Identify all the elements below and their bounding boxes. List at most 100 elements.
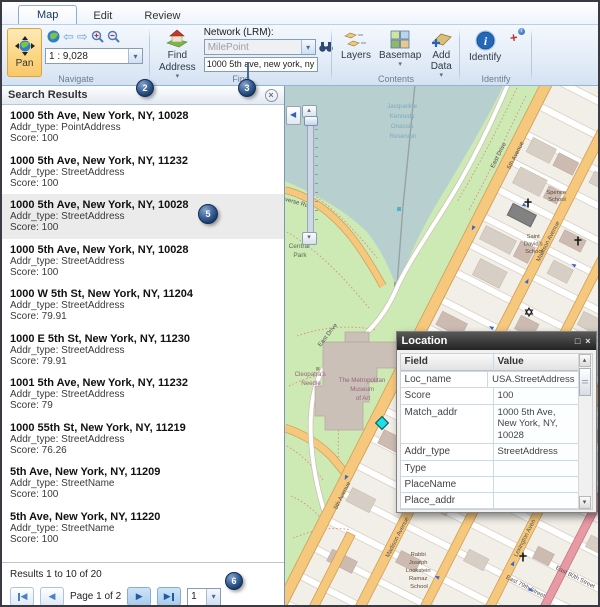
find-address-label-1: Find xyxy=(168,50,187,61)
result-score: Score: 79.91 xyxy=(10,356,276,367)
find-address-label-2: Address xyxy=(159,62,196,73)
zoom-slider-track[interactable] xyxy=(307,117,314,233)
panel-close-icon[interactable]: × xyxy=(265,89,278,102)
result-addr-type: Addr_type: StreetAddress xyxy=(10,256,276,267)
find-address-button[interactable]: Find Address ▾ xyxy=(155,28,200,80)
saint-davids-school-label: Saint David's School xyxy=(523,234,543,255)
attribute-row: Match_addr1000 5th Ave, New York, NY, 10… xyxy=(401,405,579,445)
result-addr-type: Addr_type: StreetName xyxy=(10,478,276,489)
attribute-table-header: Field Value xyxy=(401,354,579,372)
spence-school-label: Spence School xyxy=(546,190,567,203)
tab-map[interactable]: Map xyxy=(18,5,77,24)
map-view[interactable]: East 79th Street East 80th Street Lexing… xyxy=(285,86,598,606)
tab-review[interactable]: Review xyxy=(128,7,196,24)
location-popup-titlebar[interactable]: Location □ × xyxy=(397,332,596,350)
result-addr-type: Addr_type: PointAddress xyxy=(10,122,276,133)
application-window: Map Edit Review Pan xyxy=(0,0,600,607)
previous-page-button[interactable]: ◀ xyxy=(40,587,64,606)
result-score: Score: 79.91 xyxy=(10,311,276,322)
group-label-identify: Identify xyxy=(460,74,532,84)
add-data-button[interactable]: Add Data ▾ xyxy=(425,29,457,79)
result-score: Score: 79 xyxy=(10,400,276,411)
callout-balloon-5: 5 xyxy=(198,204,218,224)
result-address: 1000 5th Ave, New York, NY, 10028 xyxy=(10,110,276,122)
scale-combo[interactable]: 1 : 9,028 ▾ xyxy=(45,48,143,64)
result-item[interactable]: 1000 E 5th St, New York, NY, 11230 Addr_… xyxy=(2,328,284,373)
zoom-slider-down-button[interactable]: ▾ xyxy=(302,232,317,245)
layers-label: Layers xyxy=(341,50,371,61)
result-addr-type: Addr_type: StreetAddress xyxy=(10,345,276,356)
back-extent-icon[interactable]: ⇦ xyxy=(63,30,74,43)
address-search-input[interactable]: 1000 5th ave, new york, ny xyxy=(204,57,318,72)
basemap-button[interactable]: Basemap ▾ xyxy=(375,29,425,68)
scrollbar-thumb[interactable] xyxy=(579,368,591,396)
scrollbar-down-icon[interactable]: ▾ xyxy=(579,496,591,509)
result-address: 5th Ave, New York, NY, 11209 xyxy=(10,466,276,478)
search-results-list: 1000 5th Ave, New York, NY, 10028 Addr_t… xyxy=(2,105,284,562)
last-page-button[interactable]: ▶ xyxy=(157,587,181,606)
next-page-button[interactable]: ▶ xyxy=(127,587,151,606)
attribute-row: Score100 xyxy=(401,388,579,405)
attribute-table: Field Value Loc_nameUSA.StreetAddress Sc… xyxy=(401,354,579,510)
result-item[interactable]: 1000 5th Ave, New York, NY, 11232 Addr_t… xyxy=(2,150,284,195)
result-score: Score: 100 xyxy=(10,489,276,500)
network-dropdown-icon[interactable]: ▾ xyxy=(301,40,315,54)
scrollbar-up-icon[interactable]: ▴ xyxy=(579,354,591,367)
identify-icon: i xyxy=(475,30,496,51)
collapse-panel-button[interactable]: ◀ xyxy=(286,106,301,125)
result-item[interactable]: 1001 5th Ave, New York, NY, 11232 Addr_t… xyxy=(2,372,284,417)
network-combo[interactable]: MilePoint ▾ xyxy=(204,39,316,55)
tab-edit[interactable]: Edit xyxy=(77,7,128,24)
attribute-row: Loc_nameUSA.StreetAddress xyxy=(401,372,579,389)
result-item[interactable]: 1000 W 5th St, New York, NY, 11204 Addr_… xyxy=(2,283,284,328)
group-contents: Layers Basemap ▾ Add Data ▾ xyxy=(332,25,460,85)
basemap-label: Basemap xyxy=(379,50,421,61)
forward-extent-icon[interactable]: ⇨ xyxy=(77,30,88,43)
result-score: Score: 100 xyxy=(10,267,276,278)
layers-icon xyxy=(344,30,368,49)
group-navigate: Pan ⇦ ⇨ xyxy=(2,25,150,85)
page-number-dropdown-icon[interactable]: ▾ xyxy=(206,589,220,605)
layers-button[interactable]: Layers xyxy=(337,29,375,62)
basemap-icon xyxy=(390,30,410,49)
result-address: 1001 5th Ave, New York, NY, 11232 xyxy=(10,377,276,389)
identify-label: Identify xyxy=(469,52,501,63)
identify-screentip-icon[interactable]: + i xyxy=(509,29,525,45)
result-item[interactable]: 1000 5th Ave, New York, NY, 10028 Addr_t… xyxy=(2,105,284,150)
result-address: 1000 E 5th St, New York, NY, 11230 xyxy=(10,333,276,345)
attribute-row: PlaceName xyxy=(401,477,579,493)
ribbon: Pan ⇦ ⇨ xyxy=(2,24,598,86)
page-number-value: 1 xyxy=(188,591,206,602)
identify-button[interactable]: i Identify xyxy=(465,29,505,64)
result-item-selected[interactable]: 1000 5th Ave, New York, NY, 10028 Addr_t… xyxy=(2,194,284,239)
add-data-label: Add Data xyxy=(429,50,453,72)
result-item[interactable]: 1000 5th Ave, New York, NY, 10028 Addr_t… xyxy=(2,239,284,284)
first-page-button[interactable]: ◀ xyxy=(10,587,34,606)
result-item[interactable]: 1000 55th St, New York, NY, 11219 Addr_t… xyxy=(2,417,284,462)
binoculars-icon[interactable] xyxy=(319,41,333,53)
zoom-slider-thumb[interactable] xyxy=(304,116,318,126)
popup-scrollbar[interactable]: ▴ ▾ xyxy=(578,354,592,509)
scale-dropdown-icon[interactable]: ▾ xyxy=(128,49,142,63)
zoom-out-icon[interactable] xyxy=(107,30,120,43)
basemap-dropdown-icon: ▾ xyxy=(398,62,402,67)
page-number-combo[interactable]: 1 ▾ xyxy=(187,588,221,606)
add-data-icon xyxy=(429,30,453,49)
full-extent-globe-icon[interactable] xyxy=(47,30,60,43)
result-addr-type: Addr_type: StreetAddress xyxy=(10,434,276,445)
result-item[interactable]: 5th Ave, New York, NY, 11220 Addr_type: … xyxy=(2,506,284,551)
pan-globe-icon xyxy=(15,36,35,56)
result-address: 1000 5th Ave, New York, NY, 10028 xyxy=(10,199,276,211)
callout-balloon-2: 2 xyxy=(136,79,154,97)
callout-balloon-6: 6 xyxy=(225,572,243,590)
popup-close-icon[interactable]: × xyxy=(585,336,590,346)
search-results-panel: Search Results × 1000 5th Ave, New York,… xyxy=(2,86,285,606)
network-label: Network (LRM): xyxy=(204,27,333,38)
cleopatras-needle-monument xyxy=(316,367,320,371)
result-item[interactable]: 5th Ave, New York, NY, 11209 Addr_type: … xyxy=(2,461,284,506)
pan-button[interactable]: Pan xyxy=(7,28,42,77)
zoom-in-icon[interactable] xyxy=(91,30,104,43)
location-popup-title: Location xyxy=(402,335,448,347)
popup-maximize-icon[interactable]: □ xyxy=(575,336,580,346)
result-score: Score: 100 xyxy=(10,178,276,189)
